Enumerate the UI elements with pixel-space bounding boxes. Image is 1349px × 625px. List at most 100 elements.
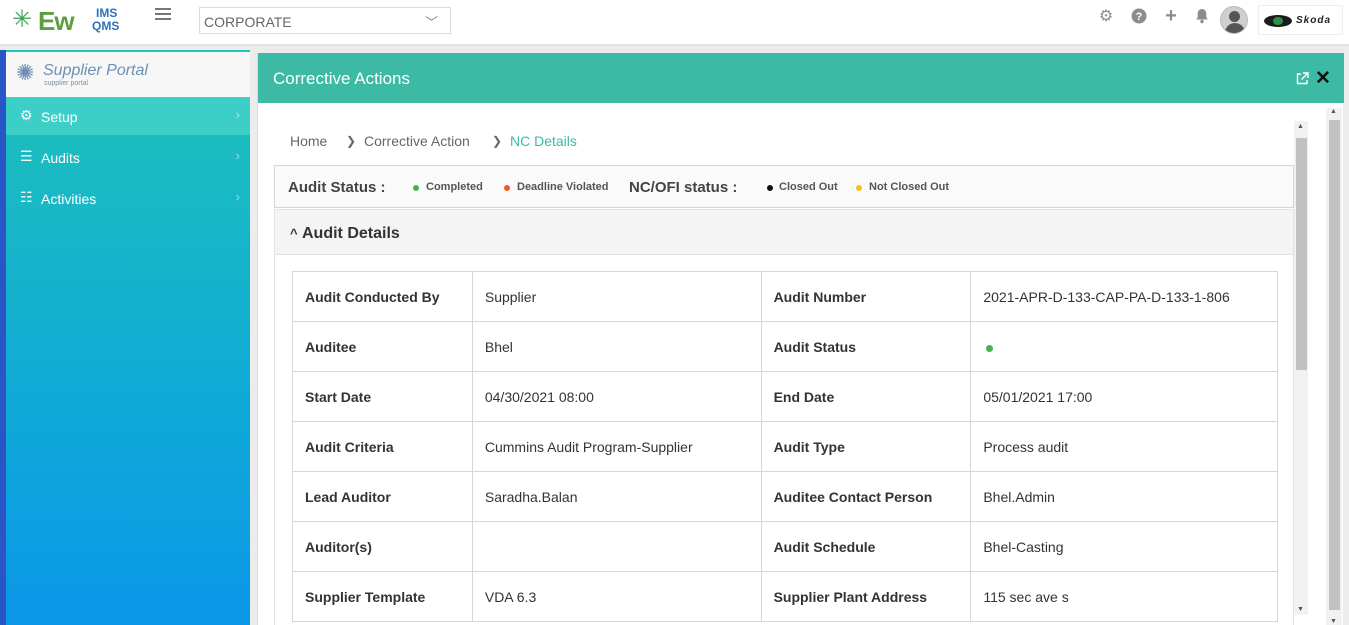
legend-not-closed-out: Not Closed Out: [869, 181, 950, 193]
sidebar-item-audits[interactable]: ☰ Audits ›: [6, 138, 250, 176]
deadline-violated-dot-icon: [504, 185, 510, 191]
table-row: Supplier Template VDA 6.3 Supplier Plant A…: [292, 571, 1278, 622]
scroll-down-icon[interactable]: ▼: [1297, 606, 1304, 613]
breadcrumb-current: NC Details: [510, 133, 577, 149]
table-row: Start Date 04/30/2021 08:00 End Date 05/01/…: [292, 371, 1278, 422]
detail-value: VDA 6.3: [471, 571, 762, 622]
sidebar-item-setup[interactable]: ⚙ Setup ›: [6, 97, 250, 135]
breadcrumb-separator-icon: ❯: [346, 134, 357, 148]
breadcrumb-home[interactable]: Home: [290, 133, 327, 149]
chevron-right-icon: ›: [235, 107, 240, 122]
legend-completed: Completed: [426, 181, 483, 193]
table-row: Audit Criteria Cummins Audit Program-Supp…: [292, 421, 1278, 472]
bell-icon[interactable]: [1193, 8, 1211, 26]
sidebar-item-label: Setup: [41, 109, 78, 125]
audit-details-header[interactable]: ^ Audit Details: [274, 209, 1294, 255]
detail-value: [970, 321, 1278, 372]
gear-icon: ⚙: [20, 107, 33, 123]
detail-value: 04/30/2021 08:00: [471, 371, 762, 422]
detail-label: Audit Schedule: [760, 521, 972, 572]
organization-select[interactable]: CORPORATE ﹀: [199, 7, 451, 34]
sidebar-item-label: Audits: [41, 150, 80, 166]
nc-ofi-status-label: NC/OFI status :: [629, 179, 738, 196]
logo-main-text: Ew: [38, 6, 75, 36]
table-row: Lead Auditor Saradha.Balan Auditee Contact…: [292, 471, 1278, 522]
logo-qms-text: QMS: [92, 19, 120, 33]
sidebar-item-activities[interactable]: ☷ Activities ›: [6, 179, 250, 217]
sidebar: ✺ Supplier Portal supplier portal ⚙ Setu…: [0, 50, 250, 625]
chevron-right-icon: ›: [235, 148, 240, 163]
detail-value: Cummins Audit Program-Supplier: [471, 421, 762, 472]
detail-value: Process audit: [970, 421, 1278, 472]
audit-details-body: Audit Conducted By Supplier Audit Number 20…: [274, 255, 1294, 625]
plus-icon[interactable]: +: [1162, 6, 1180, 26]
detail-label: Supplier Plant Address: [760, 571, 972, 622]
detail-label: Audit Status: [760, 321, 972, 372]
detail-label: Lead Auditor: [292, 471, 473, 522]
audit-status-dot-icon: [986, 344, 994, 352]
scroll-down-icon[interactable]: ▼: [1330, 618, 1337, 625]
detail-value: 2021-APR-D-133-CAP-PA-D-133-1-806: [970, 271, 1278, 322]
breadcrumb-corrective-action[interactable]: Corrective Action: [364, 133, 470, 149]
caret-up-icon: ^: [290, 226, 298, 241]
scrollbar-thumb[interactable]: [1329, 120, 1340, 610]
list-icon: ☰: [20, 148, 33, 164]
supplier-portal-header: ✺ Supplier Portal supplier portal: [6, 52, 250, 97]
detail-label: Audit Number: [760, 271, 972, 322]
ewqms-logo[interactable]: ✳ Ew IMS QMS: [12, 4, 122, 38]
page-scrollbar[interactable]: ▲ ▼: [1326, 108, 1342, 625]
close-icon[interactable]: ✕: [1315, 69, 1331, 88]
legend-deadline-violated: Deadline Violated: [517, 181, 609, 193]
detail-label: End Date: [760, 371, 972, 422]
detail-value: Saradha.Balan: [471, 471, 762, 522]
gear-icon[interactable]: ⚙: [1097, 8, 1115, 26]
scroll-up-icon[interactable]: ▲: [1297, 123, 1304, 130]
supplier-portal-subtitle: supplier portal: [44, 80, 88, 87]
legend-closed-out: Closed Out: [779, 181, 838, 193]
scrollbar-thumb[interactable]: [1296, 138, 1307, 370]
hamburger-menu-icon[interactable]: [155, 8, 171, 22]
detail-value: Bhel: [471, 321, 762, 372]
detail-label: Auditor(s): [292, 521, 473, 572]
detail-label: Auditee Contact Person: [760, 471, 972, 522]
sidebar-edge: [0, 50, 6, 625]
completed-dot-icon: [413, 185, 419, 191]
chevron-right-icon: ›: [235, 189, 240, 204]
logo-star-icon: ✳: [12, 6, 33, 33]
table-row: Auditor(s) Audit Schedule Bhel-Casting: [292, 521, 1278, 572]
not-closed-out-dot-icon: [856, 185, 862, 191]
detail-value: Supplier: [471, 271, 762, 322]
table-row: Auditee Bhel Audit Status: [292, 321, 1278, 372]
organization-select-value: CORPORATE: [204, 14, 292, 30]
brand-name: Skoda: [1296, 15, 1332, 26]
detail-label: Start Date: [292, 371, 473, 422]
detail-value: Bhel.Admin: [970, 471, 1278, 522]
user-avatar[interactable]: [1220, 6, 1248, 34]
supplier-portal-title: Supplier Portal: [43, 62, 148, 79]
corrective-actions-panel: Corrective Actions ✕ Home ❯ Corrective A…: [257, 53, 1344, 625]
external-link-icon[interactable]: [1296, 72, 1310, 86]
brand-emblem-icon: [1264, 15, 1292, 27]
breadcrumb-separator-icon: ❯: [492, 134, 503, 148]
logo-ims-text: IMS: [96, 6, 118, 20]
panel-title: Corrective Actions: [273, 69, 410, 88]
panel-header: Corrective Actions ✕: [258, 53, 1344, 103]
detail-value: 05/01/2021 17:00: [970, 371, 1278, 422]
top-bar: ✳ Ew IMS QMS CORPORATE ﹀ ⚙ ? + Skoda: [0, 0, 1349, 46]
sidebar-item-label: Activities: [41, 191, 97, 207]
detail-value: 115 sec ave s: [970, 571, 1278, 622]
checklist-icon: ☷: [20, 189, 33, 205]
panel-scrollbar[interactable]: ▲ ▼: [1294, 121, 1308, 615]
status-legend-bar: Audit Status : Completed Deadline Violat…: [274, 165, 1294, 208]
help-icon[interactable]: ?: [1130, 8, 1148, 26]
audit-details-table: Audit Conducted By Supplier Audit Number 20…: [292, 271, 1278, 622]
brand-logo: Skoda: [1258, 5, 1343, 35]
closed-out-dot-icon: [767, 185, 773, 191]
audit-status-label: Audit Status :: [288, 179, 386, 196]
scroll-up-icon[interactable]: ▲: [1330, 108, 1337, 115]
chevron-down-icon: ﹀: [424, 15, 438, 30]
detail-label: Audit Conducted By: [292, 271, 473, 322]
detail-label: Audit Type: [760, 421, 972, 472]
detail-label: Supplier Template: [292, 571, 473, 622]
detail-value: [471, 521, 762, 572]
